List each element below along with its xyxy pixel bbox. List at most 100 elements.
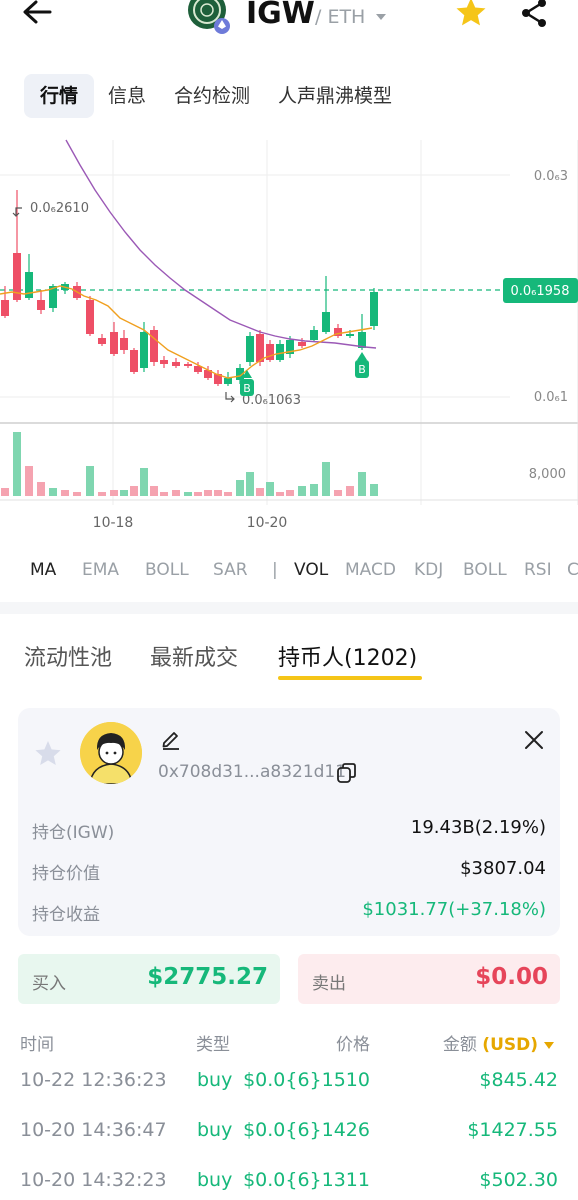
top-tabs: 行情 信息 合约检测 人声鼎沸模型: [24, 74, 406, 118]
tab-latest-trades[interactable]: 最新成交: [150, 640, 238, 672]
copy-icon[interactable]: [336, 762, 358, 784]
volume-bar: [37, 482, 45, 496]
candle-body: [310, 330, 318, 340]
min-price-marker: 0.0₆1063: [225, 392, 301, 408]
date-label: 10-18: [93, 515, 134, 531]
trade-type: buy: [197, 1119, 233, 1141]
volume-bar: [334, 490, 342, 496]
candle-body: [322, 312, 330, 332]
avatar: [80, 722, 142, 784]
volume-bar: [214, 490, 222, 496]
buy-marker-2: B: [355, 352, 369, 378]
candle-body: [1, 300, 9, 316]
tab-contract-check[interactable]: 合约检测: [160, 74, 264, 118]
currency-selector[interactable]: (USD): [482, 1035, 538, 1055]
volume-bar: [224, 492, 232, 496]
section-divider: [0, 602, 578, 614]
buy-total-box: 买入 $2775.27: [18, 954, 280, 1004]
candles: [1, 190, 378, 386]
volume-bar: [310, 484, 318, 496]
trade-time: 10-22 12:36:23: [20, 1069, 167, 1091]
tab-market[interactable]: 行情: [24, 74, 95, 118]
trade-amount: $502.30: [479, 1169, 558, 1191]
back-arrow-icon[interactable]: [20, 0, 60, 30]
trade-type: buy: [197, 1069, 233, 1091]
trade-price: $0.0{6}1510: [243, 1069, 370, 1091]
volume-bar: [150, 486, 158, 496]
tab-liquidity-pool[interactable]: 流动性池: [24, 640, 112, 672]
volume-bar: [286, 490, 294, 496]
candle-body: [298, 342, 306, 346]
volume-bar: [130, 486, 138, 496]
trade-price: $0.0{6}1426: [243, 1119, 370, 1141]
volume-bar: [298, 486, 306, 496]
trade-amount: $845.42: [479, 1069, 558, 1091]
candle-body: [150, 330, 158, 362]
column-header-price: 价格: [336, 1035, 370, 1055]
indicator-more[interactable]: C: [567, 560, 578, 580]
token-logo-icon: [188, 0, 230, 34]
volume-bar: [358, 472, 366, 496]
favorite-star-icon[interactable]: [454, 0, 488, 30]
trade-price: $0.0{6}1311: [243, 1169, 370, 1191]
candle-body: [140, 332, 148, 368]
candle-body: [172, 362, 180, 366]
volume-bar: [204, 490, 212, 496]
price-chart[interactable]: 0.0₆2610 0.0₆1063 B B 0.0₆3 0.0₆1 8,000 …: [0, 130, 578, 540]
trade-amount: $1427.55: [467, 1119, 558, 1141]
chain-selector[interactable]: / ETH: [315, 6, 365, 28]
indicator-vol[interactable]: VOL: [294, 560, 328, 580]
candle-body: [130, 350, 138, 372]
tab-info[interactable]: 信息: [94, 74, 160, 118]
tab-holders[interactable]: 持币人(1202): [278, 640, 417, 672]
column-header-amount[interactable]: 金额 (USD): [443, 1030, 554, 1055]
share-icon[interactable]: [520, 0, 548, 30]
volume-bar: [266, 482, 274, 496]
indicator-boll-sub[interactable]: BOLL: [463, 560, 507, 580]
candle-body: [184, 364, 192, 366]
indicator-kdj[interactable]: KDJ: [414, 560, 443, 580]
volume-bar: [25, 466, 33, 496]
holder-card: 0x708d31...a8321d11 持仓(IGW) 19.43B(2.19%…: [18, 708, 560, 936]
header: IGW / ETH: [0, 0, 578, 60]
volume-bar: [140, 468, 148, 496]
svg-text:B: B: [243, 382, 251, 395]
volume-bar: [322, 462, 330, 496]
volume-bar: [86, 466, 94, 496]
candle-body: [160, 360, 168, 364]
candle-body: [256, 334, 264, 362]
holding-profit-label: 持仓收益: [32, 905, 100, 925]
indicator-macd[interactable]: MACD: [345, 560, 396, 580]
sell-value: $0.00: [475, 964, 548, 990]
current-price-label: 0.0₆1958: [511, 284, 570, 299]
close-icon[interactable]: [524, 730, 544, 750]
star-outline-icon[interactable]: [34, 740, 62, 768]
chevron-down-icon[interactable]: [376, 14, 386, 20]
tab-buzz-model[interactable]: 人声鼎沸模型: [264, 74, 406, 118]
indicator-ema[interactable]: EMA: [82, 560, 119, 580]
indicator-sar[interactable]: SAR: [213, 560, 248, 580]
volume-bar: [120, 490, 128, 496]
trade-type: buy: [197, 1169, 233, 1191]
volume-bars: [1, 432, 378, 496]
volume-bar: [256, 488, 264, 496]
candle-body: [120, 338, 128, 350]
caret-down-icon[interactable]: [544, 1041, 554, 1049]
indicator-boll[interactable]: BOLL: [145, 560, 189, 580]
indicator-ma[interactable]: MA: [30, 560, 56, 580]
candle-body: [86, 300, 94, 334]
candle-body: [224, 378, 232, 384]
indicator-tabs: MA EMA BOLL SAR | VOL MACD KDJ BOLL RSI …: [0, 556, 578, 586]
edit-pencil-icon[interactable]: [160, 728, 182, 750]
volume-bar: [110, 490, 118, 496]
price-axis-high: 0.0₆3: [534, 169, 568, 184]
volume-bar: [61, 490, 69, 496]
candle-body: [37, 300, 45, 310]
volume-bar: [236, 480, 244, 496]
amount-header-label: 金额: [442, 1035, 477, 1055]
candle-body: [276, 344, 284, 360]
indicator-rsi[interactable]: RSI: [524, 560, 552, 580]
volume-bar: [370, 484, 378, 496]
volume-bar: [49, 488, 57, 496]
buy-value: $2775.27: [147, 964, 268, 990]
